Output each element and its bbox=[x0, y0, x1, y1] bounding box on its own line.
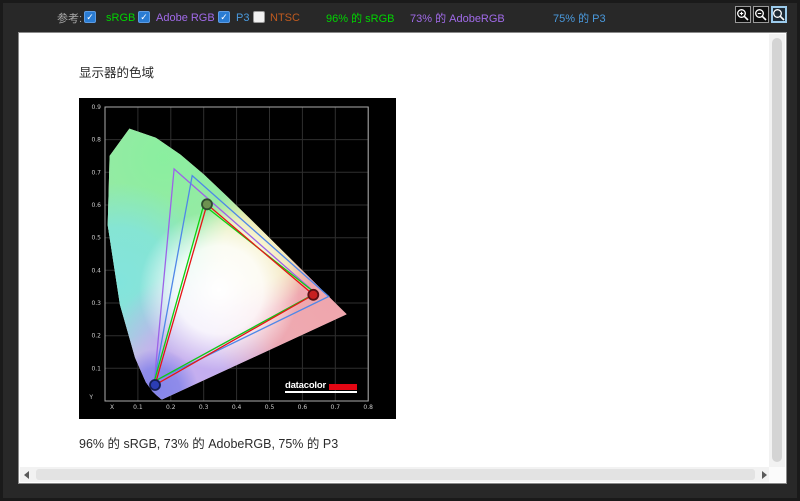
zoom-reset-icon bbox=[773, 8, 785, 21]
content-panel: 显示器的色域 X Y 0.1 0.2 0.3 0.4 0.5 0.6 0.7 0.8 0.1 0.2 0… bbox=[18, 32, 787, 484]
vertical-scrollbar-thumb[interactable] bbox=[772, 38, 782, 462]
svg-text:0.6: 0.6 bbox=[298, 404, 308, 411]
zoom-in-button[interactable] bbox=[735, 6, 751, 23]
checkbox-ntsc[interactable] bbox=[253, 11, 265, 23]
checkbox-label-srgb[interactable]: sRGB bbox=[106, 12, 135, 24]
gamut-stat-adobergb: 73% 的 AdobeRGB bbox=[410, 12, 505, 25]
datacolor-logo-text: datacolor bbox=[285, 380, 326, 391]
svg-text:0.8: 0.8 bbox=[91, 137, 101, 144]
checkbox-srgb[interactable] bbox=[84, 11, 96, 23]
svg-text:0.4: 0.4 bbox=[232, 404, 242, 411]
reference-label: 参考: bbox=[57, 12, 83, 25]
svg-text:0.7: 0.7 bbox=[91, 169, 101, 176]
scroll-right-arrow[interactable] bbox=[762, 470, 767, 479]
svg-text:X: X bbox=[110, 404, 114, 411]
gamut-caption: 96% 的 sRGB, 73% 的 AdobeRGB, 75% 的 P3 bbox=[79, 437, 339, 451]
vertical-scrollbar[interactable] bbox=[769, 34, 785, 469]
scrollbar-corner bbox=[769, 467, 785, 482]
horizontal-scrollbar-thumb[interactable] bbox=[36, 469, 755, 480]
chromaticity-diagram: X Y 0.1 0.2 0.3 0.4 0.5 0.6 0.7 0.8 0.1 0.2 0.3 0.4 0.… bbox=[79, 98, 396, 419]
toolbar: 参考: sRGB Adobe RGB P3 NTSC 96% 的 sRGB 73… bbox=[3, 3, 797, 32]
zoom-out-button[interactable] bbox=[753, 6, 769, 23]
zoom-out-icon bbox=[755, 8, 767, 21]
svg-text:0.6: 0.6 bbox=[91, 202, 101, 209]
svg-text:0.7: 0.7 bbox=[331, 404, 341, 411]
page-title: 显示器的色域 bbox=[79, 66, 155, 80]
horizontal-scrollbar[interactable] bbox=[20, 467, 771, 482]
svg-text:0.3: 0.3 bbox=[199, 404, 209, 411]
datacolor-logo: datacolor bbox=[285, 381, 357, 393]
svg-text:0.5: 0.5 bbox=[265, 404, 275, 411]
app-window: 参考: sRGB Adobe RGB P3 NTSC 96% 的 sRGB 73… bbox=[0, 0, 800, 501]
svg-text:0.2: 0.2 bbox=[91, 333, 101, 340]
svg-text:Y: Y bbox=[88, 394, 93, 401]
horizontal-scrollbar-track bbox=[34, 467, 757, 482]
checkbox-adobe-rgb[interactable] bbox=[138, 11, 150, 23]
datacolor-logo-bar bbox=[328, 384, 357, 390]
gamut-stat-srgb: 96% 的 sRGB bbox=[326, 12, 395, 25]
svg-text:0.4: 0.4 bbox=[91, 267, 101, 274]
scroll-left-arrow[interactable] bbox=[24, 470, 29, 479]
svg-text:0.1: 0.1 bbox=[133, 404, 143, 411]
gamut-stat-p3: 75% 的 P3 bbox=[553, 12, 606, 25]
svg-text:0.8: 0.8 bbox=[363, 404, 373, 411]
svg-text:0.3: 0.3 bbox=[91, 300, 101, 307]
checkbox-label-adobe-rgb[interactable]: Adobe RGB bbox=[156, 12, 215, 24]
zoom-reset-button[interactable] bbox=[771, 6, 787, 23]
checkbox-label-p3[interactable]: P3 bbox=[236, 12, 249, 24]
checkbox-label-ntsc[interactable]: NTSC bbox=[270, 12, 300, 24]
svg-text:0.2: 0.2 bbox=[166, 404, 176, 411]
zoom-in-icon bbox=[737, 8, 749, 21]
checkbox-p3[interactable] bbox=[218, 11, 230, 23]
svg-text:0.9: 0.9 bbox=[91, 104, 101, 111]
svg-text:0.1: 0.1 bbox=[91, 365, 101, 372]
cie-chromaticity-chart: X Y 0.1 0.2 0.3 0.4 0.5 0.6 0.7 0.8 0.1 0.2 0.3 0.4 0.… bbox=[79, 98, 396, 419]
svg-text:0.5: 0.5 bbox=[91, 235, 101, 242]
